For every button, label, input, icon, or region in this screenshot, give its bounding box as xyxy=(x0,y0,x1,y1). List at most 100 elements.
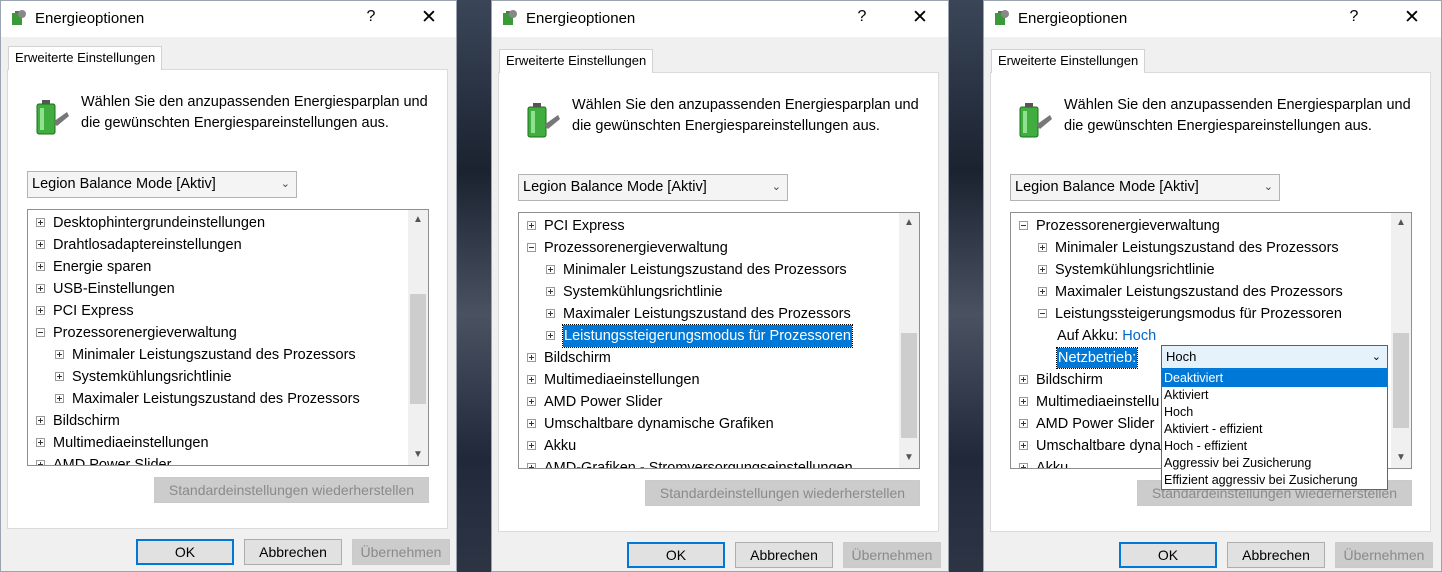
tab-advanced-settings[interactable]: Erweiterte Einstellungen xyxy=(991,49,1146,73)
restore-defaults-button[interactable]: Standardeinstellungen wiederherstellen xyxy=(645,480,920,506)
tree-item[interactable]: Prozessorenergieverwaltung xyxy=(28,322,406,344)
apply-button[interactable]: Übernehmen xyxy=(843,542,941,568)
expand-icon[interactable] xyxy=(55,350,64,359)
tab-advanced-settings[interactable]: Erweiterte Einstellungen xyxy=(8,46,163,70)
expand-icon[interactable] xyxy=(1038,265,1047,274)
expand-icon[interactable] xyxy=(36,284,45,293)
scroll-up-arrow-icon[interactable]: ▲ xyxy=(1391,214,1411,232)
apply-button[interactable]: Übernehmen xyxy=(1335,542,1433,568)
tree-item[interactable]: Energie sparen xyxy=(28,256,406,278)
expand-icon[interactable] xyxy=(1038,287,1047,296)
tab-advanced-settings[interactable]: Erweiterte Einstellungen xyxy=(499,49,654,73)
tree-item[interactable]: Bildschirm xyxy=(28,410,406,432)
expand-icon[interactable] xyxy=(527,441,536,450)
cancel-button[interactable]: Abbrechen xyxy=(244,539,342,565)
close-button[interactable]: ✕ xyxy=(908,6,932,29)
scroll-up-arrow-icon[interactable]: ▲ xyxy=(899,214,919,232)
tree-item[interactable]: USB-Einstellungen xyxy=(28,278,406,300)
expand-icon[interactable] xyxy=(36,438,45,447)
tree-item[interactable]: Bildschirm xyxy=(519,347,897,369)
expand-icon[interactable] xyxy=(36,416,45,425)
scroll-up-arrow-icon[interactable]: ▲ xyxy=(408,211,428,229)
help-button[interactable]: ? xyxy=(361,8,381,26)
collapse-icon[interactable] xyxy=(1019,221,1028,230)
scroll-down-arrow-icon[interactable]: ▼ xyxy=(408,446,428,464)
collapse-icon[interactable] xyxy=(1038,309,1047,318)
tree-item[interactable]: Minimaler Leistungszustand des Prozessor… xyxy=(28,344,406,366)
tree-item[interactable]: Prozessorenergieverwaltung xyxy=(519,237,897,259)
tree-item[interactable]: Prozessorenergieverwaltung xyxy=(1011,215,1389,237)
close-button[interactable]: ✕ xyxy=(417,6,441,29)
expand-icon[interactable] xyxy=(527,375,536,384)
expand-icon[interactable] xyxy=(546,309,555,318)
dropdown-option[interactable]: Aktiviert - effizient xyxy=(1162,421,1387,438)
scrollbar[interactable]: ▲ ▼ xyxy=(408,210,428,465)
apply-button[interactable]: Übernehmen xyxy=(352,539,450,565)
scroll-down-arrow-icon[interactable]: ▼ xyxy=(899,449,919,467)
settings-tree[interactable]: Desktophintergrundeinstellungen Drahtlosa… xyxy=(27,209,429,466)
expand-icon[interactable] xyxy=(1019,441,1028,450)
tree-item[interactable]: Multimediaeinstellungen xyxy=(519,369,897,391)
scrollbar-thumb[interactable] xyxy=(1393,333,1409,428)
power-plan-select[interactable]: Legion Balance Mode [Aktiv] ⌄ xyxy=(27,171,297,198)
ok-button[interactable]: OK xyxy=(136,539,234,565)
close-button[interactable]: ✕ xyxy=(1400,6,1424,29)
expand-icon[interactable] xyxy=(527,419,536,428)
battery-setting-value[interactable]: Hoch xyxy=(1122,328,1156,344)
expand-icon[interactable] xyxy=(527,353,536,362)
tree-item[interactable]: Leistungssteigerungsmodus für Prozessore… xyxy=(519,324,897,348)
dropdown-option[interactable]: Hoch xyxy=(1162,404,1387,421)
dropdown-option[interactable]: Aggressiv bei Zusicherung xyxy=(1162,455,1387,472)
collapse-icon[interactable] xyxy=(527,243,536,252)
ok-button[interactable]: OK xyxy=(1119,542,1217,568)
tree-item[interactable]: Systemkühlungsrichtlinie xyxy=(28,366,406,388)
tree-item[interactable]: Minimaler Leistungszustand des Prozessor… xyxy=(519,259,897,281)
scrollbar-thumb[interactable] xyxy=(901,333,917,438)
tree-item[interactable]: Akku xyxy=(519,435,897,457)
expand-icon[interactable] xyxy=(1019,375,1028,384)
expand-icon[interactable] xyxy=(1019,419,1028,428)
expand-icon[interactable] xyxy=(55,394,64,403)
dropdown-option[interactable]: Hoch - effizient xyxy=(1162,438,1387,455)
dropdown-option[interactable]: Effizient aggressiv bei Zusicherung xyxy=(1162,472,1387,489)
scrollbar[interactable]: ▲ ▼ xyxy=(1391,213,1411,468)
tree-item[interactable]: Minimaler Leistungszustand des Prozessor… xyxy=(1011,237,1389,259)
tree-item[interactable]: Maximaler Leistungszustand des Prozessor… xyxy=(28,388,406,410)
tree-item[interactable]: Umschaltbare dynamische Grafiken xyxy=(519,413,897,435)
tree-item[interactable]: AMD Power Slider xyxy=(519,391,897,413)
expand-icon[interactable] xyxy=(36,306,45,315)
tree-item[interactable]: Systemkühlungsrichtlinie xyxy=(519,281,897,303)
expand-icon[interactable] xyxy=(1019,397,1028,406)
expand-icon[interactable] xyxy=(1019,463,1028,468)
tree-item[interactable]: Desktophintergrundeinstellungen xyxy=(28,212,406,234)
expand-icon[interactable] xyxy=(546,331,555,340)
expand-icon[interactable] xyxy=(36,240,45,249)
expand-icon[interactable] xyxy=(36,218,45,227)
expand-icon[interactable] xyxy=(527,463,536,468)
expand-icon[interactable] xyxy=(527,221,536,230)
expand-icon[interactable] xyxy=(1038,243,1047,252)
power-plan-select[interactable]: Legion Balance Mode [Aktiv] ⌄ xyxy=(1010,174,1280,201)
plugged-in-select[interactable]: Hoch ⌄ xyxy=(1161,345,1388,369)
ok-button[interactable]: OK xyxy=(627,542,725,568)
tree-item[interactable]: Multimediaeinstellungen xyxy=(28,432,406,454)
expand-icon[interactable] xyxy=(546,287,555,296)
dropdown-option[interactable]: Deaktiviert xyxy=(1162,370,1387,387)
cancel-button[interactable]: Abbrechen xyxy=(735,542,833,568)
tree-item[interactable]: Maximaler Leistungszustand des Prozessor… xyxy=(519,303,897,325)
scroll-down-arrow-icon[interactable]: ▼ xyxy=(1391,449,1411,467)
tree-item[interactable]: Auf Akku: Hoch xyxy=(1011,325,1389,347)
expand-icon[interactable] xyxy=(36,460,45,465)
collapse-icon[interactable] xyxy=(36,328,45,337)
power-plan-select[interactable]: Legion Balance Mode [Aktiv] ⌄ xyxy=(518,174,788,201)
tree-item[interactable]: Drahtlosadaptereinstellungen xyxy=(28,234,406,256)
cancel-button[interactable]: Abbrechen xyxy=(1227,542,1325,568)
plugged-in-options-list[interactable]: Deaktiviert Aktiviert Hoch Aktiviert - effi… xyxy=(1161,369,1388,490)
dropdown-option[interactable]: Aktiviert xyxy=(1162,387,1387,404)
help-button[interactable]: ? xyxy=(852,8,872,26)
expand-icon[interactable] xyxy=(527,397,536,406)
tree-item[interactable]: Systemkühlungsrichtlinie xyxy=(1011,259,1389,281)
expand-icon[interactable] xyxy=(55,372,64,381)
tree-item[interactable]: Leistungssteigerungsmodus für Prozessore… xyxy=(1011,303,1389,325)
tree-item[interactable]: AMD-Grafiken - Stromversorgungseinstellu… xyxy=(519,457,897,468)
